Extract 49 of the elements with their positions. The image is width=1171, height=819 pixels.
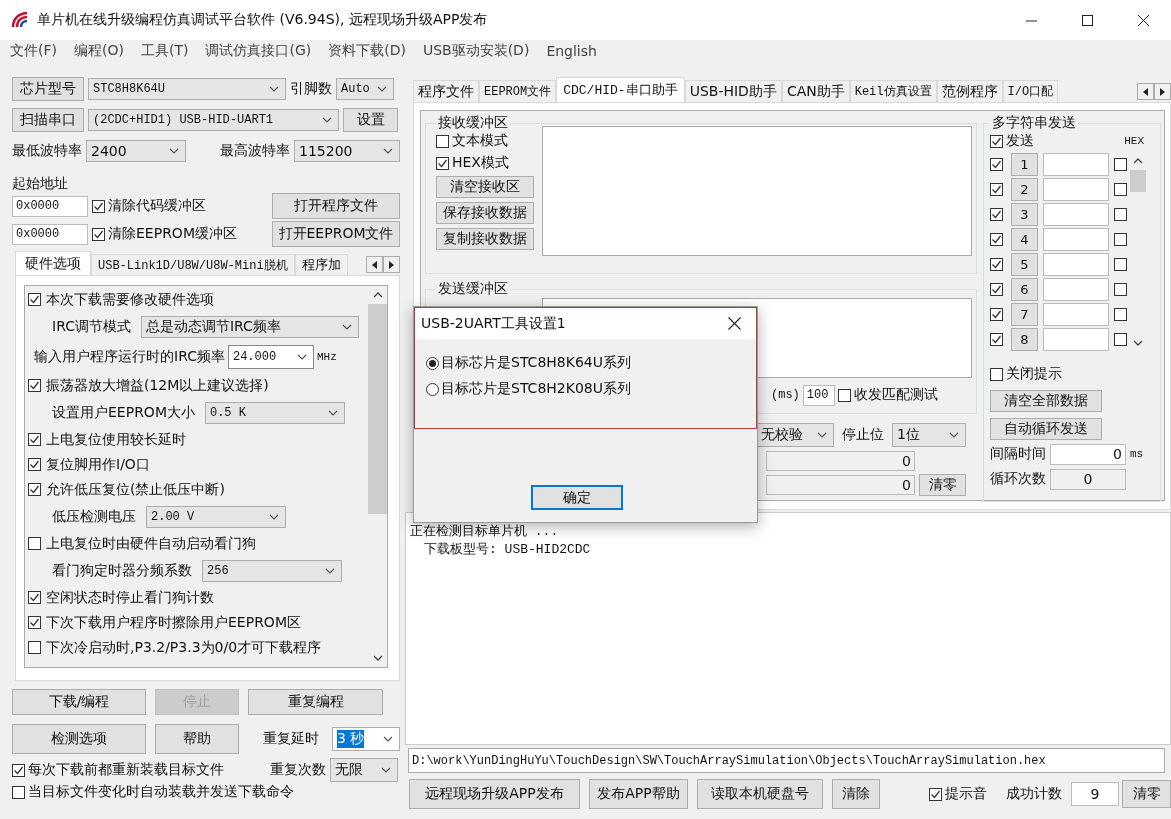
checkbox-label: 允许低压复位(禁止低压中断) <box>46 480 225 499</box>
stop-bits-label: 停止位 <box>842 426 884 444</box>
loop-count-label: 循环次数 <box>990 470 1046 488</box>
period-unit-label: (ms) <box>771 388 800 402</box>
checkbox-label: 复位脚用作I/O口 <box>46 455 150 474</box>
option-label: 看门狗定时器分频系数 <box>52 561 192 580</box>
checkbox-label: 下次冷启动时,P3.2/P3.3为0/0才可下载程序 <box>46 638 322 657</box>
log-line: 正在检测目标单片机 ... <box>410 523 560 540</box>
unit-label: ms <box>1130 448 1144 460</box>
checkbox-label: 提示音 <box>945 785 987 803</box>
radio-label: 目标芯片是STC8H2K08U系列 <box>441 380 631 398</box>
checkbox-label: 本次下载需要修改硬件选项 <box>46 290 214 309</box>
checkbox-label: HEX模式 <box>452 154 509 172</box>
unit-label: MHz <box>316 351 337 363</box>
group-title: 发送缓冲区 <box>437 280 509 298</box>
checkbox-label: 振荡器放大增益(12M以上建议选择) <box>46 376 269 395</box>
option-label: 输入用户程序运行时的IRC频率 <box>34 348 225 366</box>
repeat-delay-label: 重复延时 <box>263 730 319 748</box>
group-title: 多字符串发送 <box>991 114 1077 132</box>
checkbox-label: 上电复位使用较长延时 <box>46 430 186 449</box>
option-label: 设置用户EEPROM大小 <box>52 403 195 422</box>
checkbox-label: 空闲状态时停止看门狗计数 <box>46 588 214 607</box>
success-count-field: 9 <box>1071 782 1119 806</box>
log-line: 下载板型号: USB-HID2CDC <box>423 541 592 558</box>
radio-label: 目标芯片是STC8H8K64U系列 <box>441 354 631 372</box>
checkbox-label: 每次下载前都重新装载目标文件 <box>28 761 224 779</box>
window-title: 单片机在线升级编程仿真调试平台软件 (V6.94S), 远程现场升级APP发布 <box>37 11 488 29</box>
loop-count-field: 0 <box>1050 468 1126 490</box>
option-label: 低压检测电压 <box>52 507 136 526</box>
max-baud-label: 最高波特率 <box>220 142 290 160</box>
checkbox-label: 收发匹配测试 <box>853 386 938 404</box>
checkbox-label: 当目标文件变化时自动装载并发送下载命令 <box>28 783 294 801</box>
checkbox-label: 发送 <box>1006 132 1034 150</box>
checkbox-label: 上电复位时由硬件自动启动看门狗 <box>46 534 256 553</box>
min-baud-label: 最低波特率 <box>12 142 82 160</box>
dialog-title: USB-2UART工具设置1 <box>421 314 566 333</box>
checkbox-label: 清除代码缓冲区 <box>108 197 206 215</box>
checkbox-label: 关闭提示 <box>1006 365 1062 383</box>
checkbox-label: 下次下载用户程序时擦除用户EEPROM区 <box>46 613 301 632</box>
pins-label: 引脚数 <box>290 80 332 98</box>
repeat-count-label: 重复次数 <box>270 761 326 779</box>
checkbox-label: 清除EEPROM缓冲区 <box>108 225 237 243</box>
option-label: IRC调节模式 <box>52 317 131 336</box>
group-title: 接收缓冲区 <box>437 114 509 132</box>
checkbox-label: 文本模式 <box>452 132 508 150</box>
start-address-label: 起始地址 <box>12 175 69 191</box>
success-count-label: 成功计数 <box>1006 785 1062 803</box>
interval-label: 间隔时间 <box>990 445 1046 463</box>
hex-column-label: HEX <box>1124 135 1144 147</box>
